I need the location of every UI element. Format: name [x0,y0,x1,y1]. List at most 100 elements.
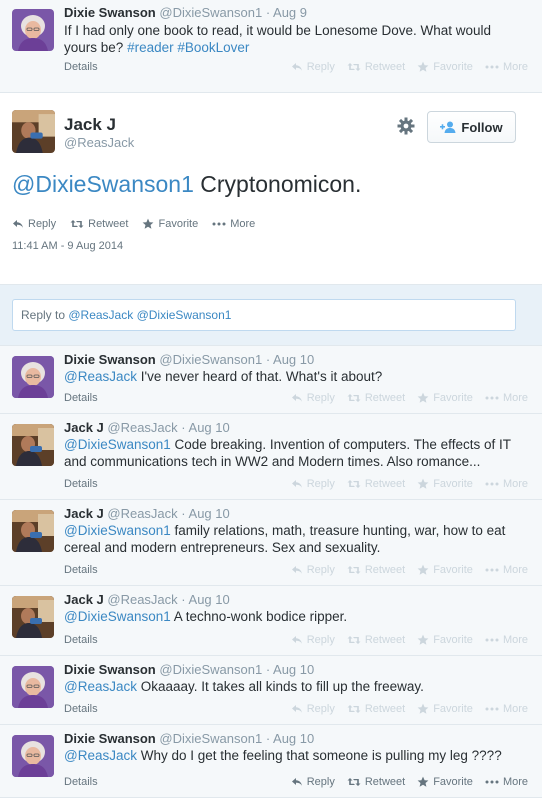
avatar[interactable] [12,424,54,466]
reply-icon [291,564,303,576]
tweet-date[interactable]: · Aug 10 [181,420,229,435]
retweet-button[interactable]: Retweet [347,478,405,490]
tweet-date[interactable]: · Aug 10 [266,352,314,367]
details-link[interactable]: Details [64,703,98,715]
favorite-label: Favorite [433,564,473,576]
more-button[interactable]: More [485,776,528,788]
mention-link[interactable]: @DixieSwanson1 [12,171,194,197]
reply-button[interactable]: Reply [291,478,335,490]
favorite-button[interactable]: Favorite [142,218,198,230]
tweet-timestamp[interactable]: 11:41 AM - 9 Aug 2014 [12,240,123,252]
reply-tweet[interactable]: Jack J @ReasJack · Aug 10 @DixieSwanson1… [0,414,542,500]
author-handle[interactable]: @ReasJack [64,135,134,150]
reply-button[interactable]: Reply [291,776,335,788]
details-link[interactable]: Details [64,634,98,646]
mention-link[interactable]: @DixieSwanson1 [64,437,171,452]
favorite-button[interactable]: Favorite [417,61,473,73]
reply-button[interactable]: Reply [291,703,335,715]
avatar[interactable] [12,110,55,153]
more-button[interactable]: More [212,218,255,230]
favorite-button[interactable]: Favorite [417,703,473,715]
favorite-button[interactable]: Favorite [417,776,473,788]
reply-tweet[interactable]: Jack J @ReasJack · Aug 10 @DixieSwanson1… [0,586,542,656]
more-button[interactable]: More [485,634,528,646]
tweet-date[interactable]: · Aug 9 [266,5,307,20]
reply-button[interactable]: Reply [291,634,335,646]
author-handle[interactable]: @DixieSwanson1 [159,662,262,677]
reply-tweet[interactable]: Dixie Swanson @DixieSwanson1 · Aug 10 @R… [0,725,542,798]
retweet-button[interactable]: Retweet [70,218,128,230]
avatar[interactable] [12,666,54,708]
author-name[interactable]: Jack J [64,115,116,135]
mention-link[interactable]: @DixieSwanson1 [64,609,171,624]
more-button[interactable]: More [485,703,528,715]
author-handle[interactable]: @DixieSwanson1 [159,731,262,746]
tweet-date[interactable]: · Aug 10 [181,506,229,521]
author-name[interactable]: Dixie Swanson [64,731,156,746]
more-button[interactable]: More [485,478,528,490]
hashtag-links[interactable]: #reader #BookLover [127,40,249,55]
tweet-date[interactable]: · Aug 10 [266,731,314,746]
star-icon [142,218,154,230]
tweet-date[interactable]: · Aug 10 [181,592,229,607]
details-link[interactable]: Details [64,392,98,404]
retweet-button[interactable]: Retweet [347,61,405,73]
more-button[interactable]: More [485,564,528,576]
avatar[interactable] [12,9,54,51]
avatar-image [12,424,54,466]
author-name[interactable]: Dixie Swanson [64,662,156,677]
retweet-button[interactable]: Retweet [347,776,405,788]
details-link[interactable]: Details [64,478,98,490]
author-handle[interactable]: @ReasJack [107,506,177,521]
avatar[interactable] [12,596,54,638]
avatar[interactable] [12,510,54,552]
reply-button[interactable]: Reply [12,218,56,230]
author-name[interactable]: Jack J [64,506,104,521]
favorite-button[interactable]: Favorite [417,634,473,646]
retweet-button[interactable]: Retweet [347,634,405,646]
more-button[interactable]: More [485,392,528,404]
reply-button[interactable]: Reply [291,61,335,73]
reply-tweet[interactable]: Dixie Swanson @DixieSwanson1 · Aug 10 @R… [0,656,542,725]
follow-button[interactable]: Follow [427,111,516,143]
favorite-button[interactable]: Favorite [417,478,473,490]
tweet-actions: Reply Retweet Favorite More [12,218,255,230]
retweet-button[interactable]: Retweet [347,392,405,404]
avatar[interactable] [12,735,54,777]
reply-input[interactable]: Reply to @ReasJack @DixieSwanson1 [12,299,516,331]
favorite-button[interactable]: Favorite [417,392,473,404]
reply-tweet[interactable]: Dixie Swanson @DixieSwanson1 · Aug 10 @R… [0,346,542,414]
tweet-header: Dixie Swanson @DixieSwanson1 · Aug 10 [64,662,314,677]
avatar-image [12,510,54,552]
mention-link[interactable]: @ReasJack [64,369,137,384]
gear-icon[interactable] [397,117,415,135]
retweet-button[interactable]: Retweet [347,703,405,715]
author-name[interactable]: Dixie Swanson [64,5,156,20]
mention-link[interactable]: @DixieSwanson1 [64,523,171,538]
favorite-label: Favorite [433,478,473,490]
author-handle[interactable]: @DixieSwanson1 [159,5,262,20]
tweet-top[interactable]: Dixie Swanson @DixieSwanson1 · Aug 9 If … [0,0,542,93]
more-icon [485,634,499,646]
reply-button[interactable]: Reply [291,392,335,404]
author-name[interactable]: Jack J [64,592,104,607]
details-link[interactable]: Details [64,564,98,576]
avatar[interactable] [12,356,54,398]
author-name[interactable]: Dixie Swanson [64,352,156,367]
author-handle[interactable]: @DixieSwanson1 [159,352,262,367]
author-handle[interactable]: @ReasJack [107,592,177,607]
details-link[interactable]: Details [64,776,98,788]
author-handle[interactable]: @ReasJack [107,420,177,435]
tweet-date[interactable]: · Aug 10 [266,662,314,677]
reply-icon [291,776,303,788]
mention-link[interactable]: @ReasJack [64,679,137,694]
author-name[interactable]: Jack J [64,420,104,435]
more-button[interactable]: More [485,61,528,73]
mention-link[interactable]: @ReasJack [64,748,137,763]
favorite-button[interactable]: Favorite [417,564,473,576]
details-link[interactable]: Details [64,61,98,73]
reply-tweet[interactable]: Jack J @ReasJack · Aug 10 @DixieSwanson1… [0,500,542,586]
reply-button[interactable]: Reply [291,564,335,576]
retweet-button[interactable]: Retweet [347,564,405,576]
tweet-text: @ReasJack Why do I get the feeling that … [64,747,530,764]
